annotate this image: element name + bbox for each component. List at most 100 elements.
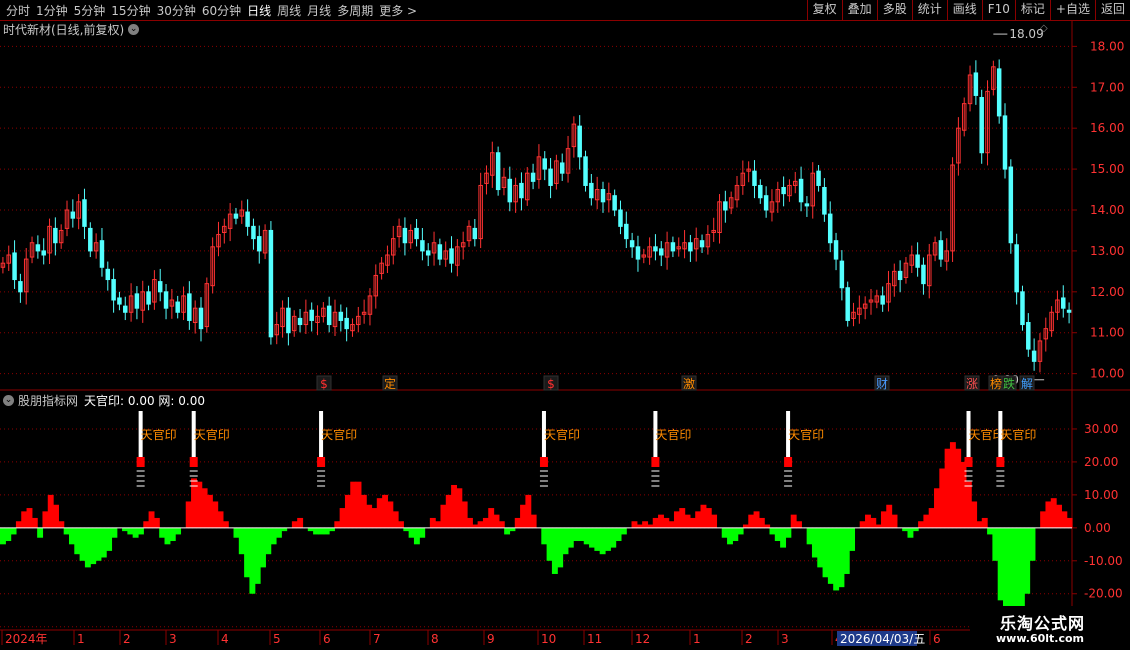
indicator-bar (663, 517, 670, 528)
indicator-bar (185, 501, 192, 528)
candle-body (996, 68, 1002, 117)
signal-label: 天官印 (788, 427, 824, 442)
candle-body (117, 297, 122, 305)
indicator-bar (859, 521, 866, 528)
indicator-bar (360, 494, 367, 528)
indicator-bar (530, 514, 537, 528)
indicator-bar (504, 527, 511, 535)
indicator-bar (673, 511, 680, 528)
indicator-bar (153, 517, 160, 528)
candle-body (12, 252, 17, 281)
candle-body (624, 223, 629, 240)
candle-body (921, 264, 926, 285)
candle-body (577, 125, 582, 158)
indicator-bar (907, 527, 914, 538)
date-label: 11 (587, 632, 602, 646)
candle-body (157, 281, 163, 293)
candle-body (583, 156, 588, 186)
indicator-bar (583, 527, 590, 545)
signal-label: 天官印 (655, 427, 691, 442)
indicator-bar (541, 527, 548, 545)
date-label: 2 (745, 632, 753, 646)
date-label: 4 (221, 632, 229, 646)
indicator-bar (514, 517, 521, 528)
indicator-bar (525, 494, 532, 528)
candle-body (688, 242, 693, 252)
indicator-bar (870, 517, 877, 528)
indicator-bar (695, 511, 702, 528)
candle-body (635, 246, 641, 260)
indicator-bar (642, 521, 649, 528)
indicator-bar (100, 527, 107, 558)
watermark-url: www.60lt.com (996, 632, 1085, 645)
indicator-bar (679, 508, 686, 528)
indicator-bar (817, 527, 824, 568)
indicator-bar (1018, 527, 1025, 617)
candle-body (449, 248, 454, 264)
candle-body (297, 317, 303, 326)
indicator-tick-label: -10.00 (1084, 554, 1123, 568)
indicator-bar (355, 481, 362, 528)
event-marker: 跌 (1003, 376, 1015, 391)
candle-body (1031, 350, 1037, 362)
indicator-bar (254, 527, 261, 584)
indicator-bar (705, 508, 712, 528)
indicator-bar (408, 527, 415, 538)
candle-body (763, 195, 769, 211)
indicator-bar (159, 527, 166, 538)
indicator-bar (132, 527, 139, 538)
price-tick-label: 18.00 (1090, 39, 1124, 53)
indicator-bar (944, 448, 951, 528)
candle-body (414, 227, 419, 240)
indicator-bar (981, 517, 988, 528)
indicator-bar (684, 514, 691, 528)
candle-body (1066, 309, 1072, 313)
candle-body (41, 250, 46, 256)
indicator-bar (275, 527, 282, 538)
candle-body (839, 260, 845, 289)
date-label: 12 (635, 632, 650, 646)
indicator-bar (42, 511, 49, 528)
indicator-bar (445, 494, 452, 528)
indicator-bar (987, 527, 993, 535)
chart-area[interactable]: 18.00 17.00 16.00 15.00 14.00 13.00 12.00 11.00… (0, 0, 1130, 650)
candle-body (699, 240, 705, 248)
candle-body (245, 211, 250, 227)
indicator-bar (95, 527, 102, 561)
date-label: 2024年 (5, 632, 48, 646)
indicator-bar (79, 527, 86, 561)
candle-body (82, 199, 87, 227)
date-label: 1 (693, 632, 701, 646)
indicator-bar (26, 508, 33, 528)
indicator-bar (811, 527, 818, 558)
indicator-bar (668, 521, 675, 528)
indicator-bar (482, 517, 489, 528)
price-tick-label: 11.00 (1090, 326, 1124, 340)
indicator-bar (604, 527, 611, 551)
indicator-bar (233, 527, 240, 538)
indicator-bar (886, 504, 893, 528)
date-label: 6 (323, 632, 331, 646)
price-tick-label: 16.00 (1090, 121, 1124, 135)
indicator-bar (249, 527, 256, 594)
indicator-bar (10, 527, 17, 535)
indicator-bar (599, 527, 606, 555)
indicator-bar (806, 527, 813, 545)
indicator-bar (573, 527, 580, 542)
candle-body (653, 246, 658, 252)
price-tick-label: 12.00 (1090, 285, 1124, 299)
indicator-bar (84, 527, 91, 568)
indicator-bar (843, 527, 850, 574)
event-marker: 激 (683, 377, 695, 391)
watermark-title: 乐淘公式网 (1000, 614, 1086, 633)
candle-body (723, 201, 728, 211)
candle-body (612, 195, 617, 211)
candle-body (1002, 115, 1008, 170)
indicator-bar (865, 514, 871, 528)
candle-body (146, 291, 151, 305)
price-tick-label: 17.00 (1090, 80, 1124, 94)
event-marker: 定 (384, 376, 396, 391)
event-marker: $ (547, 377, 555, 391)
indicator-bar (891, 514, 898, 528)
indicator-bar (1050, 498, 1057, 528)
